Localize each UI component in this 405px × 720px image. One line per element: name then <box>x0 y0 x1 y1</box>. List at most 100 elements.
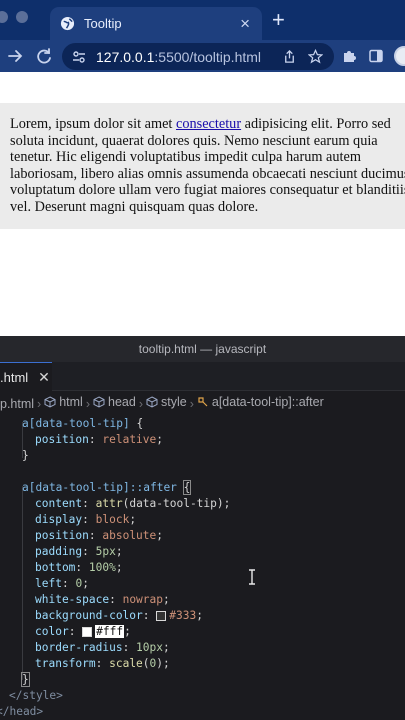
css-value: 100% <box>88 561 116 574</box>
url-text: 127.0.0.1:5500/tooltip.html <box>96 49 282 65</box>
code-line: </head> <box>0 704 43 720</box>
new-tab-button[interactable]: + <box>272 9 285 31</box>
css-property: background-color <box>35 609 143 622</box>
breadcrumb: p.html › html › head › style › a[data-tool-tip]:… <box>0 391 405 413</box>
para-line-2: soluta incidunt, quaerat dolores quis. N… <box>10 132 378 149</box>
minimize-window-button[interactable] <box>16 11 28 23</box>
globe-icon <box>60 16 75 31</box>
close-icon[interactable]: ✕ <box>38 369 50 386</box>
code-line: bottom: 100%; <box>35 561 123 574</box>
editor-tab-label: .html <box>0 369 29 385</box>
profile-avatar[interactable] <box>394 46 405 66</box>
breadcrumb-style-label: style <box>161 395 187 409</box>
code-line: left: 0; <box>35 577 89 590</box>
css-selector: a[data-tool-tip] <box>22 417 130 430</box>
tab-title: Tooltip <box>84 16 122 31</box>
color-swatch[interactable] <box>82 627 93 637</box>
side-panel-icon[interactable] <box>368 48 384 64</box>
css-function: attr <box>95 497 123 510</box>
breadcrumb-html[interactable]: html <box>44 391 83 413</box>
chevron-right-icon: › <box>189 397 194 411</box>
chevron-right-icon: › <box>138 397 143 411</box>
para-line-5: voluptatum dolore ullam vero fugiat maio… <box>10 182 405 199</box>
breadcrumb-head[interactable]: head <box>93 391 136 413</box>
tab-strip: Tooltip × + <box>0 0 405 40</box>
breadcrumb-style[interactable]: style <box>146 391 187 413</box>
css-value: #333 <box>169 609 197 622</box>
browser-toolbar: 127.0.0.1:5500/tooltip.html <box>0 40 405 72</box>
html-tag: </style> <box>9 689 63 702</box>
close-window-button[interactable] <box>0 11 8 23</box>
css-value-highlighted: #fff <box>95 625 125 638</box>
code-line: border-radius: 10px; <box>35 641 170 654</box>
content-box: Lorem, ipsum dolor sit amet consectetur … <box>0 103 405 229</box>
css-value: nowrap <box>122 593 163 606</box>
breadcrumb-head-label: head <box>108 395 136 409</box>
html-tag: </head> <box>0 705 44 718</box>
css-property: padding <box>35 545 83 558</box>
breadcrumb-selector[interactable]: a[data-tool-tip]::after <box>197 391 324 413</box>
code-line: } <box>21 672 30 688</box>
lorem-paragraph: Lorem, ipsum dolor sit amet consectetur … <box>10 116 405 216</box>
code-line: content: attr(data-tool-tip); <box>35 497 231 510</box>
url-path: :5500/tooltip.html <box>154 48 262 65</box>
extensions-puzzle-icon[interactable] <box>341 48 357 64</box>
url-host: 127.0.0.1 <box>96 48 155 65</box>
element-cube-icon <box>146 396 158 408</box>
browser-window: Tooltip × + 127.0.0.1:5500/tooltip.html <box>0 0 405 335</box>
tooltip-link[interactable]: consectetur <box>176 116 241 132</box>
css-brace: { <box>129 417 144 430</box>
editor-title-bar: tooltip.html — javascript <box>0 336 405 362</box>
code-editor-window: tooltip.html — javascript .html ✕ p.html… <box>0 336 405 720</box>
window-controls <box>0 11 28 23</box>
code-line: padding: 5px; <box>35 545 123 558</box>
para-line-6: vel. Deserunt magni quisquam quas dolore… <box>10 198 259 215</box>
css-property: transform <box>35 657 96 670</box>
forward-arrow-icon[interactable] <box>6 46 26 66</box>
css-property: display <box>35 513 83 526</box>
chevron-right-icon: › <box>37 397 42 411</box>
code-line: position: absolute; <box>35 529 164 542</box>
text-cursor-icon <box>249 569 255 585</box>
code-line: transform: scale(0); <box>35 657 170 670</box>
css-property: content <box>35 497 83 510</box>
reload-icon[interactable] <box>34 46 54 66</box>
code-area[interactable]: a[data-tool-tip] { position: relative; }… <box>0 414 405 720</box>
css-property: left <box>35 577 62 590</box>
editor-tab-tooltip-html[interactable]: .html ✕ <box>0 362 52 391</box>
css-property: color <box>35 625 69 638</box>
code-line: a[data-tool-tip]::after { <box>22 480 192 496</box>
para-line-3: tenetur. Hic eligendi voluptatibus imped… <box>10 149 361 166</box>
css-property: border-radius <box>35 641 123 654</box>
site-info-icon[interactable] <box>71 49 87 65</box>
para-line-4: laboriosam, libero alias omnis assumenda… <box>10 165 405 182</box>
address-bar[interactable]: 127.0.0.1:5500/tooltip.html <box>62 43 334 70</box>
share-icon[interactable] <box>282 49 297 64</box>
breadcrumb-file[interactable]: p.html <box>0 393 34 413</box>
code-line: } <box>22 448 29 464</box>
indent-guide <box>22 486 23 680</box>
color-swatch[interactable] <box>156 611 167 621</box>
css-function: scale <box>109 657 143 670</box>
para-line-1-tail: adipisicing elit. Porro sed <box>241 116 391 132</box>
browser-tab[interactable]: Tooltip × <box>50 7 262 40</box>
css-property: white-space <box>35 593 110 606</box>
css-value: 10px <box>136 641 163 654</box>
close-icon[interactable]: × <box>240 15 250 32</box>
code-line: white-space: nowrap; <box>35 593 170 606</box>
element-cube-icon <box>44 396 56 408</box>
code-line: position: relative; <box>35 433 164 446</box>
css-value: absolute <box>102 529 157 542</box>
editor-tab-row: .html ✕ <box>0 362 405 391</box>
css-property: position <box>35 529 89 542</box>
chevron-right-icon: › <box>85 397 91 411</box>
css-selector: a[data-tool-tip]::after <box>22 481 177 494</box>
bookmark-star-icon[interactable] <box>308 49 323 64</box>
code-line: color: #fff; <box>35 625 131 638</box>
css-property: position <box>35 433 89 446</box>
code-line: a[data-tool-tip] { <box>22 416 143 432</box>
css-value: relative <box>102 433 157 446</box>
breadcrumb-file-label: p.html <box>0 397 35 411</box>
page-viewport: Lorem, ipsum dolor sit amet consectetur … <box>0 72 405 335</box>
code-line: background-color: #333; <box>35 609 203 622</box>
